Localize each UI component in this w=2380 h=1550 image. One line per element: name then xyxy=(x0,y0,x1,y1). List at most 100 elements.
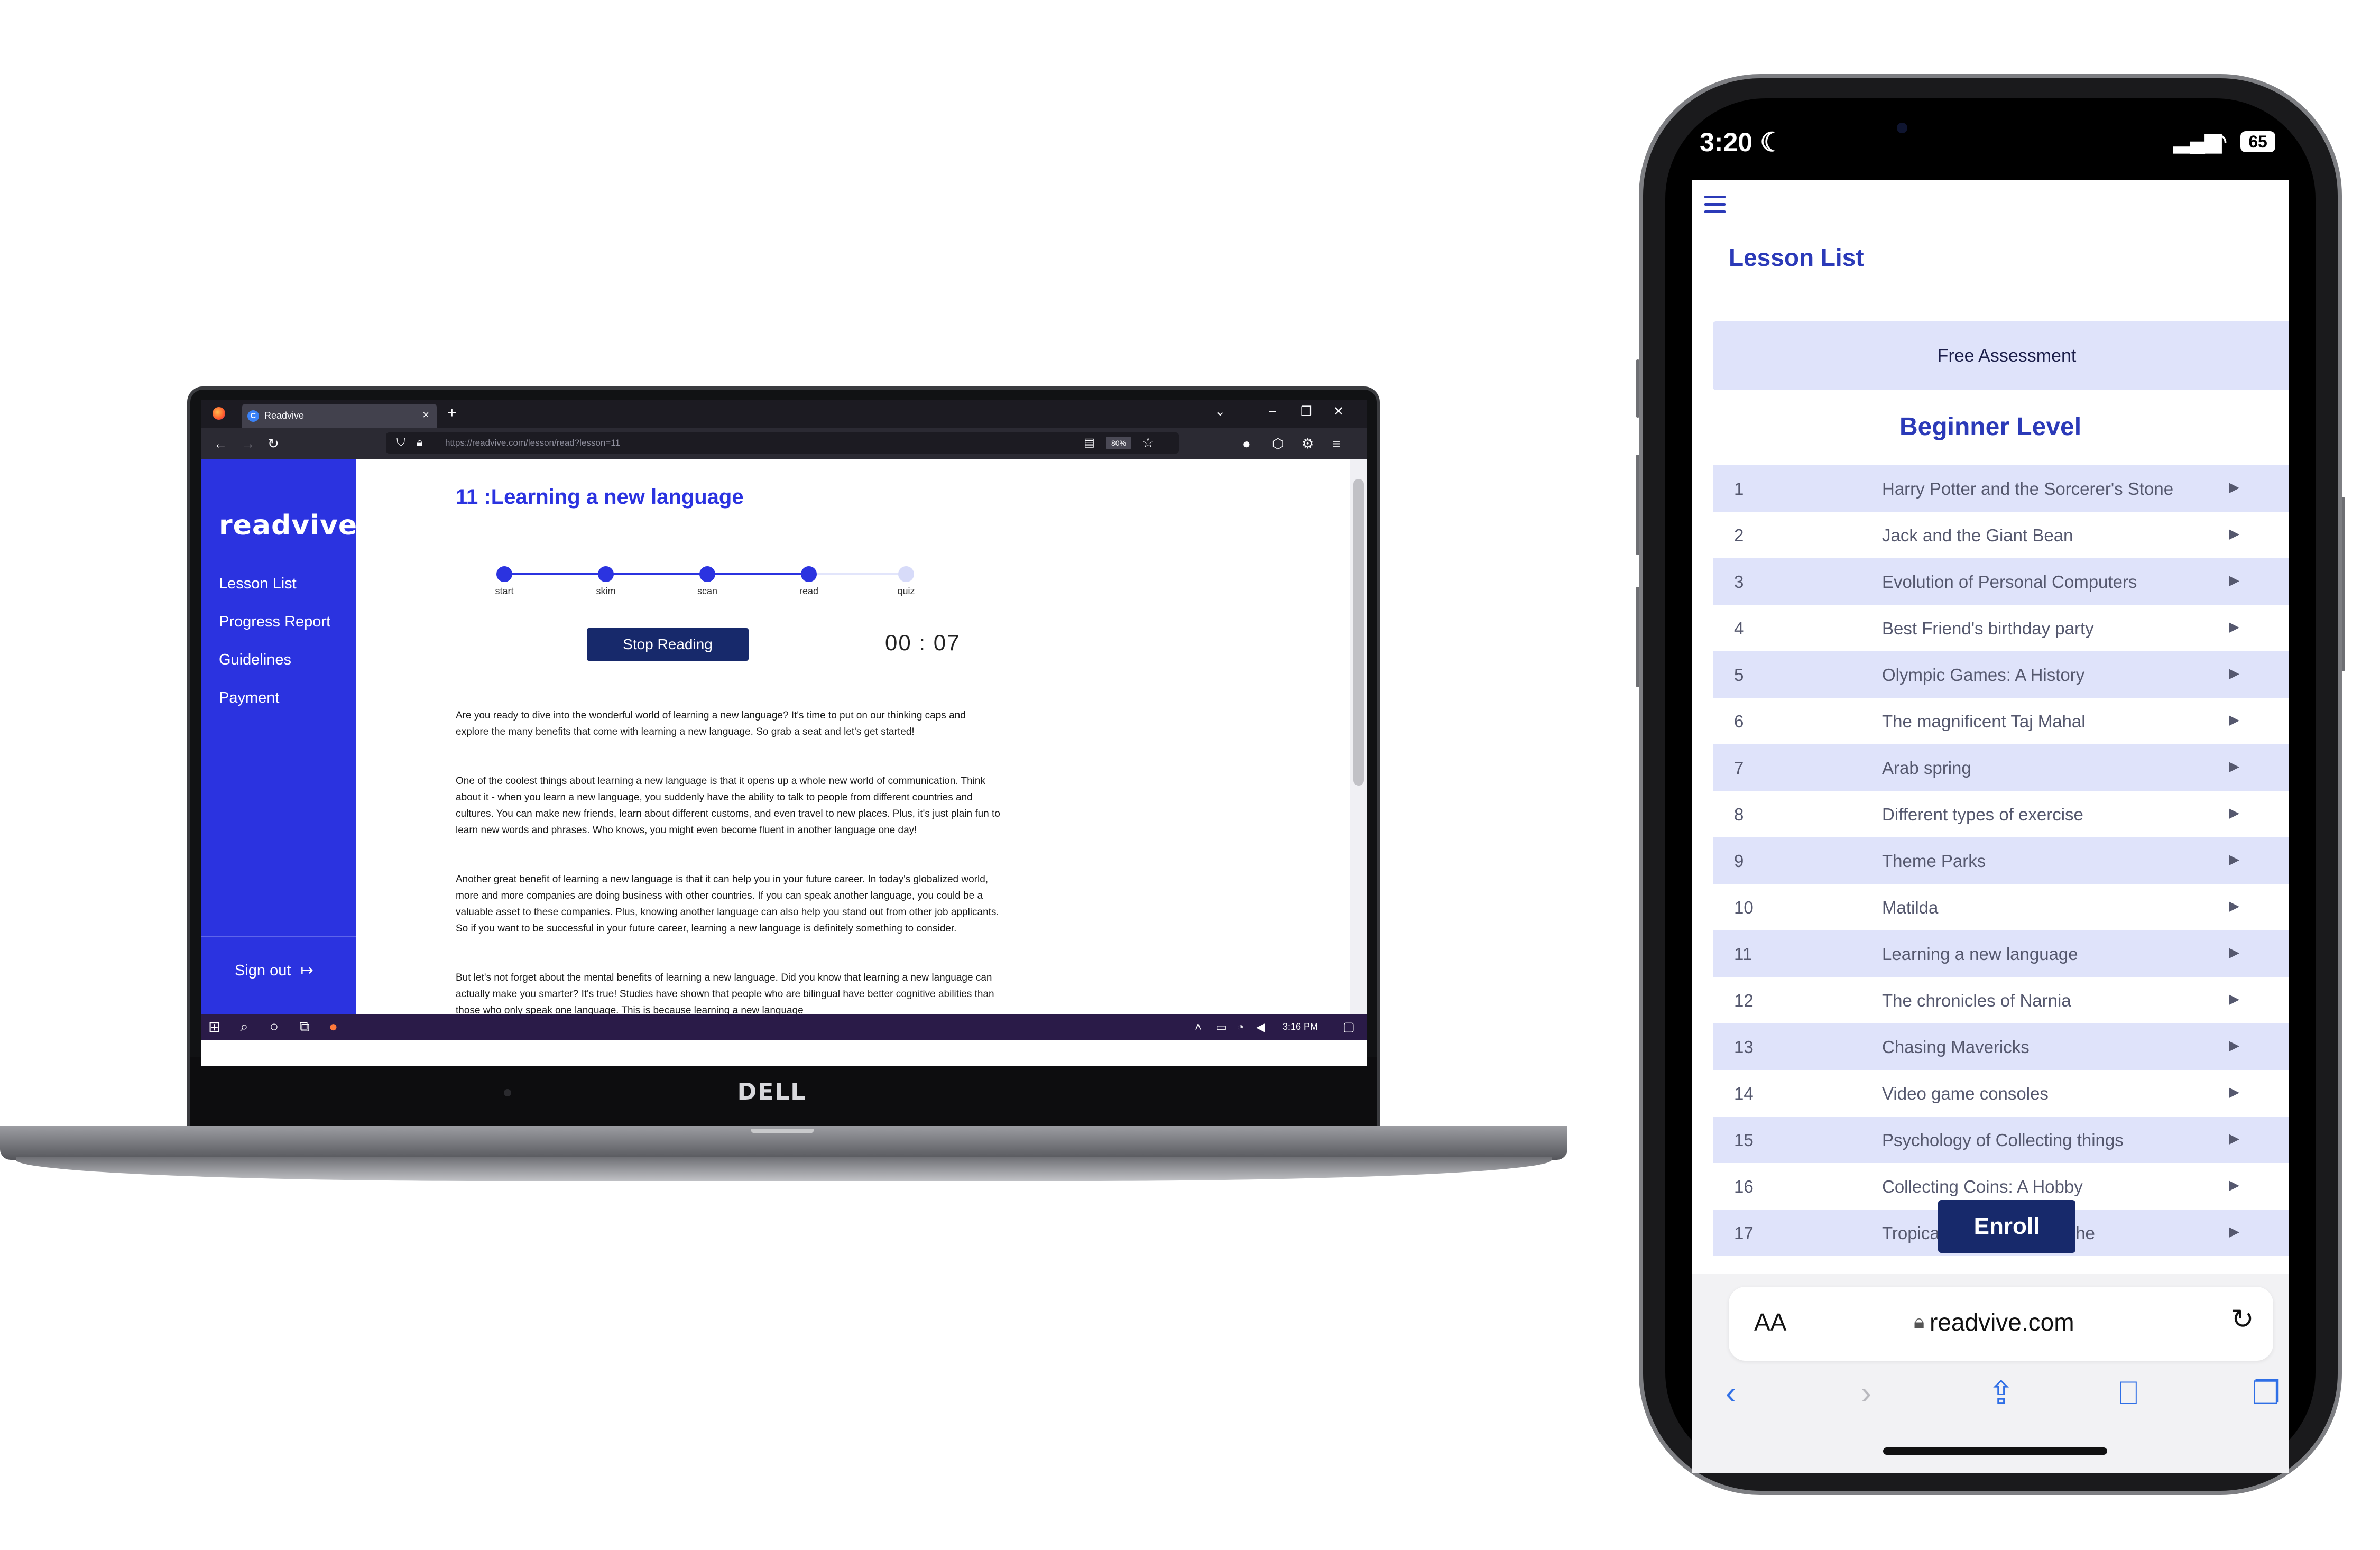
cortana-icon[interactable]: ○ xyxy=(270,1018,279,1035)
account-icon[interactable]: ● xyxy=(1242,436,1251,452)
lesson-name: Best Friend's birthday party xyxy=(1882,619,2094,638)
back-chevron-icon[interactable]: ‹ xyxy=(1726,1374,1736,1411)
sign-out-button[interactable]: Sign out ↦ xyxy=(235,961,313,980)
search-icon[interactable]: ⌕ xyxy=(240,1018,248,1036)
home-indicator xyxy=(1883,1447,2107,1455)
tab-list-chevron-icon[interactable]: ⌄ xyxy=(1215,404,1225,419)
play-arrow-icon[interactable]: ▶ xyxy=(2229,1223,2239,1240)
play-arrow-icon[interactable]: ▶ xyxy=(2229,1084,2239,1100)
play-arrow-icon[interactable]: ▶ xyxy=(2229,525,2239,542)
lesson-row[interactable]: 4 Best Friend's birthday party ▶ xyxy=(1713,605,2289,651)
sidebar-item-progress-report[interactable]: Progress Report xyxy=(219,613,330,631)
lesson-name: Theme Parks xyxy=(1882,851,1986,871)
page-title: Lesson List xyxy=(1729,244,1864,271)
task-view-icon[interactable]: ⧉ xyxy=(299,1018,310,1036)
lesson-row[interactable]: 1 Harry Potter and the Sorcerer's Stone ▶ xyxy=(1713,465,2289,512)
tabs-icon[interactable]: ❐ xyxy=(2252,1374,2281,1411)
sidebar-item-guidelines[interactable]: Guidelines xyxy=(219,651,291,669)
bookmarks-book-icon[interactable]: ⎕ xyxy=(2119,1374,2138,1411)
play-arrow-icon[interactable]: ▶ xyxy=(2229,851,2239,868)
sidebar-item-lesson-list[interactable]: Lesson List xyxy=(219,575,297,593)
play-arrow-icon[interactable]: ▶ xyxy=(2229,1177,2239,1193)
sidebar-item-payment[interactable]: Payment xyxy=(219,689,279,707)
lesson-paragraph-4: But let's not forget about the mental be… xyxy=(456,972,994,1014)
new-tab-button[interactable]: + xyxy=(447,404,457,422)
play-arrow-icon[interactable]: ▶ xyxy=(2229,898,2239,914)
play-arrow-icon[interactable]: ▶ xyxy=(2229,479,2239,495)
lesson-row[interactable]: 15 Psychology of Collecting things ▶ xyxy=(1713,1117,2289,1163)
laptop-screen: C Readvive × + ⌄ – ❐ ✕ ← → ↻ ⛉ 🔒︎ https:… xyxy=(201,400,1367,1066)
extensions-icon[interactable]: ⬡ xyxy=(1272,436,1284,452)
lesson-name: Arab spring xyxy=(1882,758,1971,778)
lesson-number: 2 xyxy=(1734,525,1744,545)
hamburger-menu-icon[interactable]: ≡ xyxy=(1332,436,1340,452)
volume-icon[interactable]: ◀ xyxy=(1256,1020,1265,1034)
lesson-row[interactable]: 8 Different types of exercise ▶ xyxy=(1713,791,2289,837)
step-label-scan: scan xyxy=(697,586,718,596)
free-assessment-button[interactable]: Free Assessment xyxy=(1713,321,2289,390)
forward-chevron-icon[interactable]: › xyxy=(1861,1374,1871,1411)
text-size-button[interactable]: AA xyxy=(1754,1308,1786,1336)
url-bar[interactable]: ⛉ 🔒︎ https://readvive.com/lesson/read?le… xyxy=(386,432,1179,454)
lesson-row[interactable]: 12 The chronicles of Narnia ▶ xyxy=(1713,977,2289,1023)
tray-chevron-icon[interactable]: ˄ xyxy=(1195,1020,1202,1034)
lesson-row[interactable]: 10 Matilda ▶ xyxy=(1713,884,2289,930)
lesson-row[interactable]: 5 Olympic Games: A History ▶ xyxy=(1713,651,2289,698)
step-dot-quiz xyxy=(898,566,914,582)
page-scrollbar-thumb[interactable] xyxy=(1353,479,1364,786)
battery-icon: 65 xyxy=(2240,131,2275,152)
reload-icon[interactable]: ↻ xyxy=(2231,1304,2254,1335)
url-text[interactable]: https://readvive.com/lesson/read?lesson=… xyxy=(445,438,620,448)
play-arrow-icon[interactable]: ▶ xyxy=(2229,665,2239,681)
play-arrow-icon[interactable]: ▶ xyxy=(2229,944,2239,961)
windows-start-icon[interactable]: ⊞ xyxy=(208,1018,220,1036)
lesson-row[interactable]: 6 The magnificent Taj Mahal ▶ xyxy=(1713,698,2289,744)
stop-reading-button[interactable]: Stop Reading xyxy=(587,628,749,661)
share-icon[interactable]: ⇪ xyxy=(1988,1374,2014,1411)
close-window-icon[interactable]: ✕ xyxy=(1333,404,1344,419)
taskbar-clock[interactable]: 3:16 PM xyxy=(1283,1021,1318,1032)
lesson-number: 14 xyxy=(1734,1084,1754,1103)
close-tab-icon[interactable]: × xyxy=(422,408,429,422)
brand-logo[interactable]: readvive xyxy=(219,510,357,541)
shield-icon[interactable]: ⛉ xyxy=(396,436,405,449)
step-label-read: read xyxy=(799,586,819,596)
settings-gear-icon[interactable]: ⚙ xyxy=(1302,436,1314,452)
notifications-icon[interactable]: ▢ xyxy=(1343,1019,1355,1035)
play-arrow-icon[interactable]: ▶ xyxy=(2229,712,2239,728)
play-arrow-icon[interactable]: ▶ xyxy=(2229,1130,2239,1147)
bookmark-star-icon[interactable]: ☆ xyxy=(1142,435,1154,451)
wifi-icon[interactable]: ◔ xyxy=(1237,1020,1244,1034)
lesson-number: 12 xyxy=(1734,991,1754,1010)
browser-tab[interactable]: C Readvive × xyxy=(242,404,437,428)
step-label-skim: skim xyxy=(596,586,616,596)
lesson-row[interactable]: 13 Chasing Mavericks ▶ xyxy=(1713,1023,2289,1070)
firefox-taskbar-icon[interactable]: ● xyxy=(329,1018,338,1035)
back-arrow-icon[interactable]: ← xyxy=(214,436,227,452)
forward-arrow-icon[interactable]: → xyxy=(241,436,255,452)
lesson-row[interactable]: 2 Jack and the Giant Bean ▶ xyxy=(1713,512,2289,558)
hamburger-menu-icon[interactable] xyxy=(1704,196,1726,218)
enroll-button[interactable]: Enroll xyxy=(1938,1200,2075,1253)
reader-view-icon[interactable]: ▤ xyxy=(1084,436,1095,449)
lesson-row[interactable]: 3 Evolution of Personal Computers ▶ xyxy=(1713,558,2289,605)
lesson-title: 11 :Learning a new language xyxy=(456,485,744,509)
restore-icon[interactable]: ❐ xyxy=(1300,404,1312,419)
play-arrow-icon[interactable]: ▶ xyxy=(2229,619,2239,635)
play-arrow-icon[interactable]: ▶ xyxy=(2229,805,2239,821)
phone-clock: 3:20 ☾ xyxy=(1700,127,1784,158)
safari-address-bar[interactable]: AA 🔒︎ readvive.com ↻ xyxy=(1729,1287,2273,1361)
play-arrow-icon[interactable]: ▶ xyxy=(2229,1037,2239,1054)
lesson-row[interactable]: 9 Theme Parks ▶ xyxy=(1713,837,2289,884)
minimize-icon[interactable]: – xyxy=(1269,404,1276,419)
play-arrow-icon[interactable]: ▶ xyxy=(2229,758,2239,774)
reload-icon[interactable]: ↻ xyxy=(267,436,279,452)
play-arrow-icon[interactable]: ▶ xyxy=(2229,572,2239,588)
safari-url[interactable]: readvive.com xyxy=(1930,1308,2074,1336)
battery-icon[interactable]: ▭ xyxy=(1216,1020,1227,1034)
zoom-level[interactable]: 80% xyxy=(1106,437,1131,449)
lesson-row[interactable]: 11 Learning a new language ▶ xyxy=(1713,930,2289,977)
lesson-row[interactable]: 14 Video game consoles ▶ xyxy=(1713,1070,2289,1117)
lesson-row[interactable]: 7 Arab spring ▶ xyxy=(1713,744,2289,791)
play-arrow-icon[interactable]: ▶ xyxy=(2229,991,2239,1007)
